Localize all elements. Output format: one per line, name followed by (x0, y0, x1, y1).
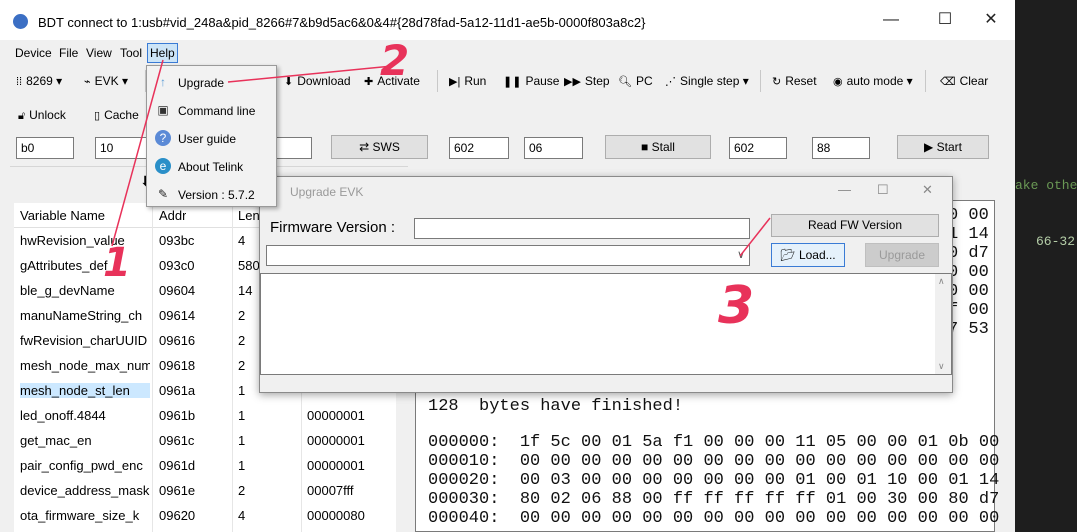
annotation-line-3 (739, 217, 771, 257)
annotation-3: 3 (718, 276, 755, 336)
annotation-line-2 (227, 65, 393, 83)
annotation-2: 2 (380, 36, 410, 85)
annotation-line-1 (111, 59, 164, 247)
annotation-overlay (111, 59, 771, 257)
annotation-1: 1 (103, 240, 131, 286)
